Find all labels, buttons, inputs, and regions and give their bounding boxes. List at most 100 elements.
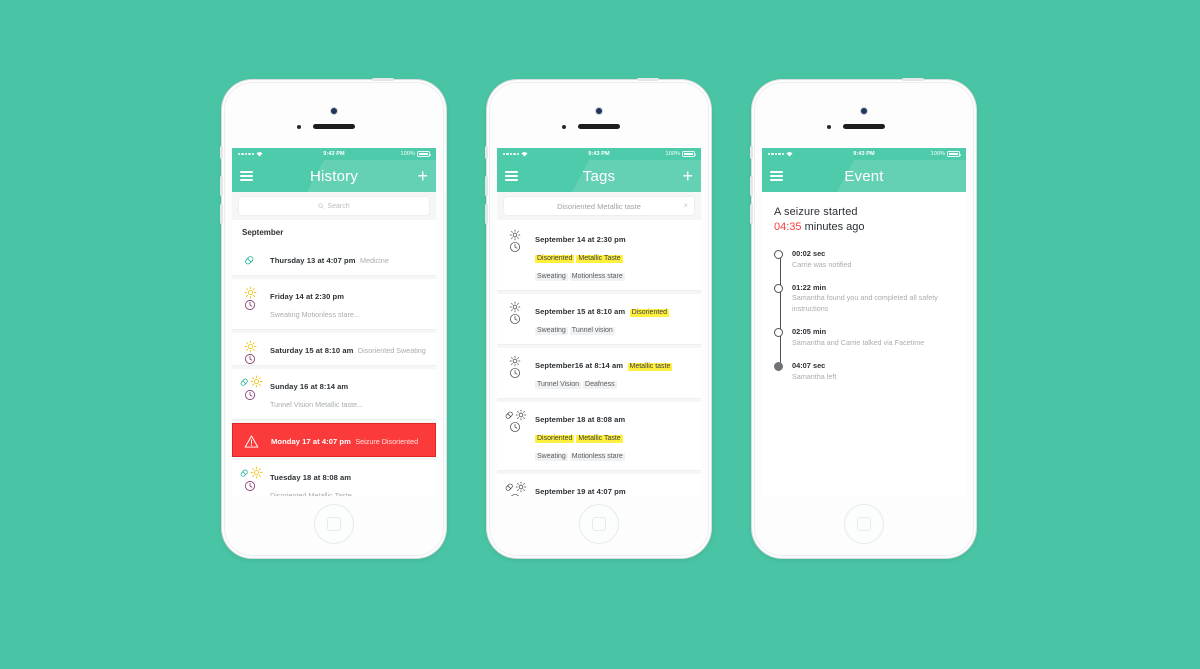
status-bar: 9:43 PM 100% xyxy=(497,148,701,160)
row-title: September 19 at 4:07 pm xyxy=(535,487,626,496)
row-icons xyxy=(505,481,535,496)
page-title: Event xyxy=(844,167,884,185)
volume-up-button[interactable] xyxy=(220,176,223,196)
tag-chip[interactable]: Disoriented xyxy=(629,308,670,317)
tag-chip[interactable]: Disoriented xyxy=(535,254,575,263)
event-elapsed-line: 04:35 minutes ago xyxy=(774,221,954,233)
silent-switch[interactable] xyxy=(220,146,223,159)
table-row-seizure[interactable]: Monday 17 at 4:07 pm Seizure Disoriented xyxy=(232,423,436,457)
add-tag-button[interactable]: + xyxy=(682,167,693,185)
event-body: A seizure started 04:35 minutes ago 00:0… xyxy=(762,192,966,496)
tag-chip[interactable]: Tunnel Vision xyxy=(535,380,582,389)
home-button-square-icon xyxy=(857,517,871,531)
status-bar: 9:43 PM 100% xyxy=(232,148,436,160)
tag-chip[interactable]: Metallic Taste xyxy=(576,434,623,443)
row-title: Thursday 13 at 4:07 pm xyxy=(270,256,356,265)
table-row[interactable]: Thursday 13 at 4:07 pm Medicine xyxy=(232,243,436,276)
timeline-time: 01:22 min xyxy=(792,282,827,292)
screenshot-canvas: 9:43 PM 100% History + Search September … xyxy=(0,0,1200,669)
volume-down-button[interactable] xyxy=(750,204,753,224)
pill-icon xyxy=(245,256,254,265)
sun-icon xyxy=(515,409,527,421)
row-text: September 14 at 2:30 pm Disoriented Metal… xyxy=(535,229,692,283)
row-icons xyxy=(505,409,535,463)
other-tags: Sweating Motionless stare xyxy=(535,265,627,282)
nav-bar-event: Event xyxy=(762,160,966,192)
add-entry-button[interactable]: + xyxy=(417,167,428,185)
row-title: September 15 at 8:10 am xyxy=(535,307,626,316)
battery-percent-label: 100% xyxy=(665,151,680,157)
table-row[interactable]: September 14 at 2:30 pm Disoriented Metal… xyxy=(497,222,701,291)
home-button[interactable] xyxy=(844,504,884,544)
clock-icon xyxy=(245,481,255,491)
row-icons xyxy=(240,250,270,268)
sun-icon xyxy=(250,466,263,479)
timeline-item: 00:02 sec Carrie was notified xyxy=(774,249,954,270)
hamburger-icon[interactable] xyxy=(770,171,783,181)
table-row[interactable]: September 18 at 8:08 am Disoriented Metal… xyxy=(497,402,701,471)
table-row[interactable]: Tuesday 18 at 8:08 am Disoriented Metall… xyxy=(232,460,436,496)
phone-device-tags: 9:43 PM 100% Tags + Disoriented Metallic… xyxy=(485,78,711,558)
silent-switch[interactable] xyxy=(750,146,753,159)
matched-tags: Disoriented Metallic Taste xyxy=(535,247,625,264)
clock-icon xyxy=(510,368,520,378)
clear-search-icon[interactable]: × xyxy=(683,202,688,210)
row-text: Saturday 15 at 8:10 am Disoriented Sweat… xyxy=(270,340,427,358)
volume-down-button[interactable] xyxy=(220,204,223,224)
tag-chip[interactable]: Sweating xyxy=(535,326,568,335)
proximity-sensor-icon xyxy=(827,125,831,129)
tag-chip[interactable]: Motionless stare xyxy=(569,272,625,281)
volume-up-button[interactable] xyxy=(485,176,488,196)
power-button[interactable] xyxy=(372,78,394,81)
tag-chip[interactable]: Tunnel vision xyxy=(569,326,615,335)
sun-icon xyxy=(509,229,521,241)
volume-up-button[interactable] xyxy=(750,176,753,196)
phone-device-history: 9:43 PM 100% History + Search September … xyxy=(220,78,446,558)
timeline-time: 00:02 sec xyxy=(792,249,826,258)
tag-chip[interactable]: Metallic Taste xyxy=(576,254,623,263)
proximity-sensor-icon xyxy=(297,125,301,129)
tag-chip[interactable]: Sweating xyxy=(535,452,568,461)
row-text: September16 at 8:14 am Metallic taste Tu… xyxy=(535,355,692,391)
tag-chip[interactable]: Motionless stare xyxy=(569,452,625,461)
other-tags: Sweating Motionless stare xyxy=(535,445,627,462)
history-list[interactable]: Thursday 13 at 4:07 pm Medicine Friday 1… xyxy=(232,243,436,496)
page-title: History xyxy=(309,167,359,185)
table-row[interactable]: September 15 at 8:10 am Disoriented Swea… xyxy=(497,294,701,345)
table-row[interactable]: September16 at 8:14 am Metallic taste Tu… xyxy=(497,348,701,399)
power-button[interactable] xyxy=(902,78,924,81)
tag-chip[interactable]: Metallic taste xyxy=(627,362,673,371)
row-title: September 18 at 8:08 am xyxy=(535,415,626,424)
warning-icon xyxy=(244,435,259,448)
tags-list[interactable]: September 14 at 2:30 pm Disoriented Metal… xyxy=(497,222,701,496)
hamburger-icon[interactable] xyxy=(505,171,518,181)
tag-chip[interactable]: Disoriented xyxy=(535,434,575,443)
timeline-dot-icon xyxy=(774,328,783,338)
row-title: September 14 at 2:30 pm xyxy=(535,235,626,244)
hamburger-icon[interactable] xyxy=(240,171,253,181)
power-button[interactable] xyxy=(637,78,659,81)
row-subtitle: Medicine xyxy=(359,256,389,265)
tag-chip[interactable]: Sweating xyxy=(535,272,568,281)
sun-icon xyxy=(244,340,257,353)
sun-icon xyxy=(509,301,521,313)
table-row[interactable]: Sunday 16 at 8:14 am Tunnel Vision Metal… xyxy=(232,369,436,420)
pill-icon xyxy=(505,411,513,419)
silent-switch[interactable] xyxy=(485,146,488,159)
table-row[interactable]: September 19 at 4:07 pm DisorientedMetal… xyxy=(497,474,701,496)
table-row[interactable]: Saturday 15 at 8:10 am Disoriented Sweat… xyxy=(232,333,436,366)
clock-icon xyxy=(245,390,255,400)
volume-down-button[interactable] xyxy=(485,204,488,224)
search-input[interactable]: Disoriented Metallic taste × xyxy=(504,197,694,215)
row-title: September16 at 8:14 am xyxy=(535,361,624,370)
home-button[interactable] xyxy=(579,504,619,544)
tag-chip[interactable]: Deafness xyxy=(583,380,617,389)
home-button-square-icon xyxy=(592,517,606,531)
timeline-time: 04:07 sec xyxy=(792,361,826,371)
search-input[interactable]: Search xyxy=(239,197,429,215)
status-bar-right: 100% xyxy=(401,151,431,157)
table-row[interactable]: Friday 14 at 2:30 pm Sweating Motionless… xyxy=(232,279,436,330)
row-text: September 18 at 8:08 am Disoriented Metal… xyxy=(535,409,692,463)
home-button[interactable] xyxy=(314,504,354,544)
screen-history: 9:43 PM 100% History + Search September … xyxy=(232,148,436,496)
